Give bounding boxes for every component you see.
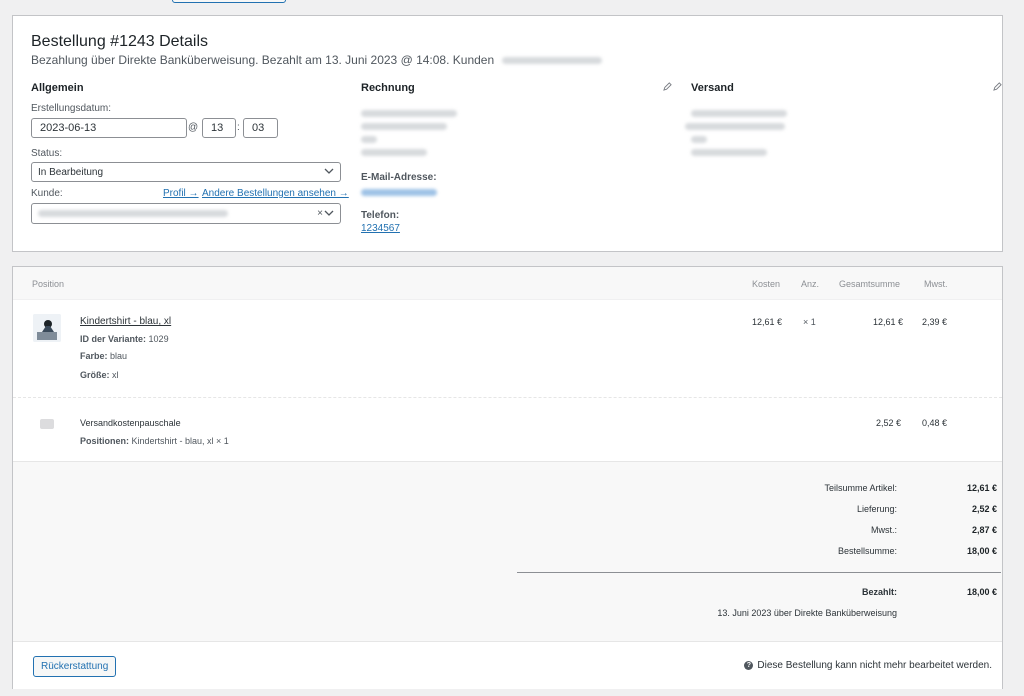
shipping-positions-meta: Positionen: Kindertshirt - blau, xl × 1 [80,436,229,446]
shipping-total-label: Lieferung: [856,504,897,514]
top-strip [0,0,1024,6]
general-column: Allgemein [31,82,84,94]
hour-input[interactable]: 13 [202,118,236,138]
customer-select[interactable]: × [31,203,341,224]
order-total-label: Bestellsumme: [837,546,897,556]
color-label: Farbe: [80,351,108,361]
subtotal-value: 12,61 € [966,483,997,493]
edit-billing-icon[interactable] [663,82,672,94]
column-tax: Mwst. [924,279,948,289]
order-total-value: 18,00 € [966,546,997,556]
truck-icon [40,419,54,429]
size-label: Größe: [80,370,110,380]
order-items-panel: Position Kosten Anz. Gesamtsumme Mwst. K… [12,266,1003,689]
redacted-email-link[interactable] [361,189,437,196]
row-divider [13,397,1002,398]
product-total: 12,61 € [873,317,904,327]
color-value: blau [110,351,128,361]
shipping-heading: Versand [691,82,734,94]
product-cost: 12,61 € [752,317,783,327]
positions-label: Positionen: [80,436,129,446]
redacted-customer [38,210,228,217]
shipping-total-value: 2,52 € [971,504,997,514]
redacted-billing-line [361,110,457,117]
subtotal-label: Teilsumme Artikel: [824,483,897,493]
created-date-label: Erstellungsdatum: [31,103,112,114]
profile-link[interactable]: Profil → [163,188,199,199]
date-input[interactable]: 2023-06-13 [31,118,187,138]
column-qty: Anz. [801,279,820,289]
status-value: In Bearbeitung [38,166,104,178]
color-meta: Farbe: blau [80,351,127,361]
column-cost: Kosten [752,279,781,289]
positions-value: Kindertshirt - blau, xl × 1 [131,436,229,446]
product-image-icon [33,314,61,342]
shipping-tax: 0,48 € [922,418,948,428]
redacted-billing-line [361,123,447,130]
locked-note: ? Diese Bestellung kann nicht mehr bearbe… [744,660,992,671]
time-colon: : [237,122,240,133]
order-data-panel: Bestellung #1243 Details Bezahlung über … [12,15,1003,252]
column-total: Gesamtsumme [839,279,901,289]
paid-label: Bezahlt: [861,587,897,597]
top-action-button-cut[interactable] [172,0,286,3]
redacted-shipping-line [691,149,767,156]
billing-column: Rechnung [361,82,415,94]
shipping-total: 2,52 € [876,418,902,428]
order-subtitle: Bezahlung über Direkte Banküberweisung. … [31,53,602,67]
edit-shipping-icon[interactable] [993,82,1002,94]
variant-id: 1029 [148,334,169,344]
order-title: Bestellung #1243 Details [31,33,209,50]
refund-button[interactable]: Rückerstattung [33,656,117,677]
items-table-header: Position Kosten Anz. Gesamtsumme Mwst. [13,267,1002,300]
clear-icon[interactable]: × [317,208,323,219]
totals-rule [517,572,1001,573]
redacted-shipping-line [685,123,785,130]
at-separator: @ [188,122,199,133]
help-icon[interactable]: ? [744,660,754,670]
column-position: Position [32,279,65,289]
phone-label: Telefon: [361,210,400,221]
product-name-link[interactable]: Kindertshirt - blau, xl [80,316,171,327]
customer-label: Kunde: [31,188,63,199]
items-footer: Rückerstattung ? Diese Bestellung kann ni… [13,641,1002,689]
redacted-ip [501,57,602,65]
size-meta: Größe: xl [80,370,119,380]
redacted-billing-line [361,149,427,156]
product-qty: × 1 [803,317,816,327]
product-tax: 2,39 € [922,317,948,327]
minute-input[interactable]: 03 [243,118,278,138]
redacted-shipping-line [691,110,787,117]
email-label: E-Mail-Adresse: [361,172,437,183]
tax-total-label: Mwst.: [871,525,897,535]
shipping-method-name: Versandkostenpauschale [80,418,181,428]
shipping-column: Versand [691,82,734,94]
tax-total-value: 2,87 € [971,525,997,535]
chevron-down-icon [324,166,334,178]
variant-meta: ID der Variante: 1029 [80,334,169,344]
paid-note: 13. Juni 2023 über Direkte Banküberweisu… [717,608,897,618]
redacted-billing-line [361,136,377,143]
product-thumbnail[interactable] [33,314,61,342]
other-orders-link[interactable]: Andere Bestellungen ansehen → [202,188,349,199]
redacted-shipping-line [691,136,707,143]
status-select[interactable]: In Bearbeitung [31,162,341,182]
general-heading: Allgemein [31,82,84,94]
billing-heading: Rechnung [361,82,415,94]
paid-value: 18,00 € [966,587,997,597]
size-value: xl [112,370,119,380]
phone-link[interactable]: 1234567 [361,223,400,234]
chevron-down-icon [324,208,334,220]
variant-label: ID der Variante: [80,334,147,344]
status-label: Status: [31,148,63,159]
order-subtitle-text: Bezahlung über Direkte Banküberweisung. … [31,53,495,67]
locked-note-text: Diese Bestellung kann nicht mehr bearbei… [757,660,992,671]
